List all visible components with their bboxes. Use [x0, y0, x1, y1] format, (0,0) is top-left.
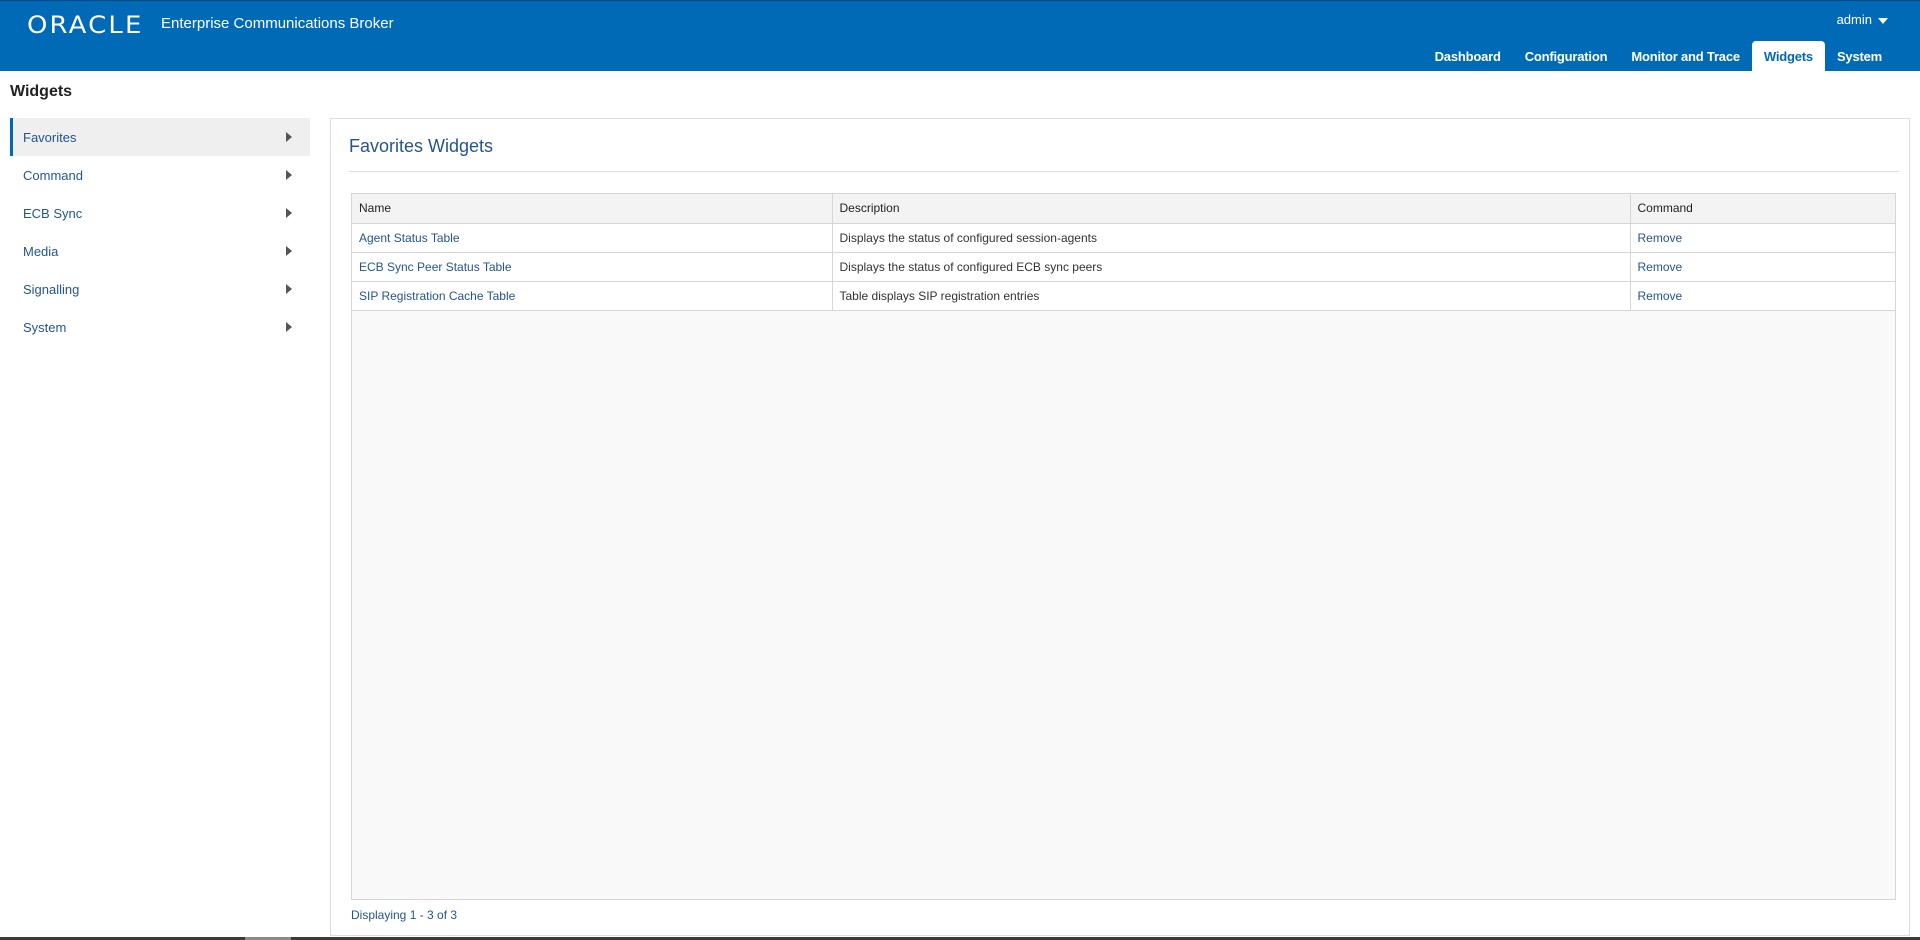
- row-name-cell: Agent Status Table: [352, 223, 833, 253]
- sidebar-item-label: Favorites: [23, 129, 77, 145]
- sidebar-item-label: Command: [23, 167, 83, 183]
- sidebar-item-command[interactable]: Command: [10, 156, 310, 194]
- column-header-name[interactable]: Name: [352, 194, 833, 224]
- page-title: Widgets: [10, 83, 73, 100]
- widget-name-link[interactable]: Agent Status Table: [359, 231, 460, 245]
- table-row[interactable]: ECB Sync Peer Status Table Displays the …: [352, 252, 1895, 282]
- row-name-cell: SIP Registration Cache Table: [352, 281, 833, 311]
- user-menu[interactable]: admin: [1837, 12, 1888, 27]
- sidebar-item-signalling[interactable]: Signalling: [10, 270, 310, 308]
- sidebar-item-label: Signalling: [23, 281, 80, 297]
- remove-link[interactable]: Remove: [1638, 260, 1683, 274]
- divider: [349, 171, 1899, 172]
- row-description-cell: Displays the status of configured sessio…: [832, 223, 1631, 253]
- tab-system[interactable]: System: [1825, 41, 1894, 72]
- widgets-table-container[interactable]: Name Description Command Agent Status Ta…: [351, 193, 1896, 900]
- row-command-cell: Remove: [1630, 223, 1895, 253]
- remove-link[interactable]: Remove: [1638, 231, 1683, 245]
- widget-name-link[interactable]: ECB Sync Peer Status Table: [359, 260, 512, 274]
- sidebar: Favorites Command ECB Sync Media Signall…: [10, 118, 310, 346]
- column-header-command[interactable]: Command: [1630, 194, 1895, 224]
- caret-right-icon: [286, 322, 292, 332]
- tab-configuration[interactable]: Configuration: [1513, 41, 1620, 72]
- tab-monitor-and-trace[interactable]: Monitor and Trace: [1619, 41, 1752, 72]
- caret-right-icon: [286, 208, 292, 218]
- oracle-logo: ORACLE: [27, 11, 144, 39]
- caret-right-icon: [286, 284, 292, 294]
- sidebar-item-favorites[interactable]: Favorites: [10, 118, 310, 156]
- tab-dashboard[interactable]: Dashboard: [1423, 41, 1513, 72]
- pagination-status: Displaying 1 - 3 of 3: [351, 908, 458, 922]
- table-header-row: Name Description Command: [352, 194, 1895, 224]
- product-name: Enterprise Communications Broker: [161, 15, 394, 32]
- main-panel: Favorites Widgets Name Description Comma…: [330, 118, 1910, 936]
- user-name: admin: [1836, 12, 1872, 27]
- row-name-cell: ECB Sync Peer Status Table: [352, 252, 833, 282]
- widgets-table: Name Description Command Agent Status Ta…: [352, 194, 1895, 311]
- table-row[interactable]: Agent Status Table Displays the status o…: [352, 223, 1895, 253]
- widget-name-link[interactable]: SIP Registration Cache Table: [359, 289, 515, 303]
- panel-title: Favorites Widgets: [349, 136, 494, 156]
- chevron-down-icon: [1878, 18, 1888, 24]
- sidebar-item-label: System: [23, 319, 67, 335]
- table-row[interactable]: SIP Registration Cache Table Table displ…: [352, 281, 1895, 311]
- caret-right-icon: [286, 170, 292, 180]
- caret-right-icon: [286, 246, 292, 256]
- remove-link[interactable]: Remove: [1638, 289, 1683, 303]
- sidebar-item-label: Media: [23, 243, 59, 259]
- row-command-cell: Remove: [1630, 281, 1895, 311]
- row-description-cell: Displays the status of configured ECB sy…: [832, 252, 1631, 282]
- sidebar-item-ecb-sync[interactable]: ECB Sync: [10, 194, 310, 232]
- row-command-cell: Remove: [1630, 252, 1895, 282]
- caret-right-icon: [286, 132, 292, 142]
- tab-widgets[interactable]: Widgets: [1751, 41, 1825, 72]
- row-description-cell: Table displays SIP registration entries: [832, 281, 1631, 311]
- main-nav: Dashboard Configuration Monitor and Trac…: [1423, 41, 1894, 72]
- sidebar-item-system[interactable]: System: [10, 308, 310, 346]
- sidebar-item-label: ECB Sync: [23, 205, 83, 221]
- sidebar-item-media[interactable]: Media: [10, 232, 310, 270]
- column-header-description[interactable]: Description: [832, 194, 1631, 224]
- top-header: ORACLE Enterprise Communications Broker …: [0, 0, 1920, 72]
